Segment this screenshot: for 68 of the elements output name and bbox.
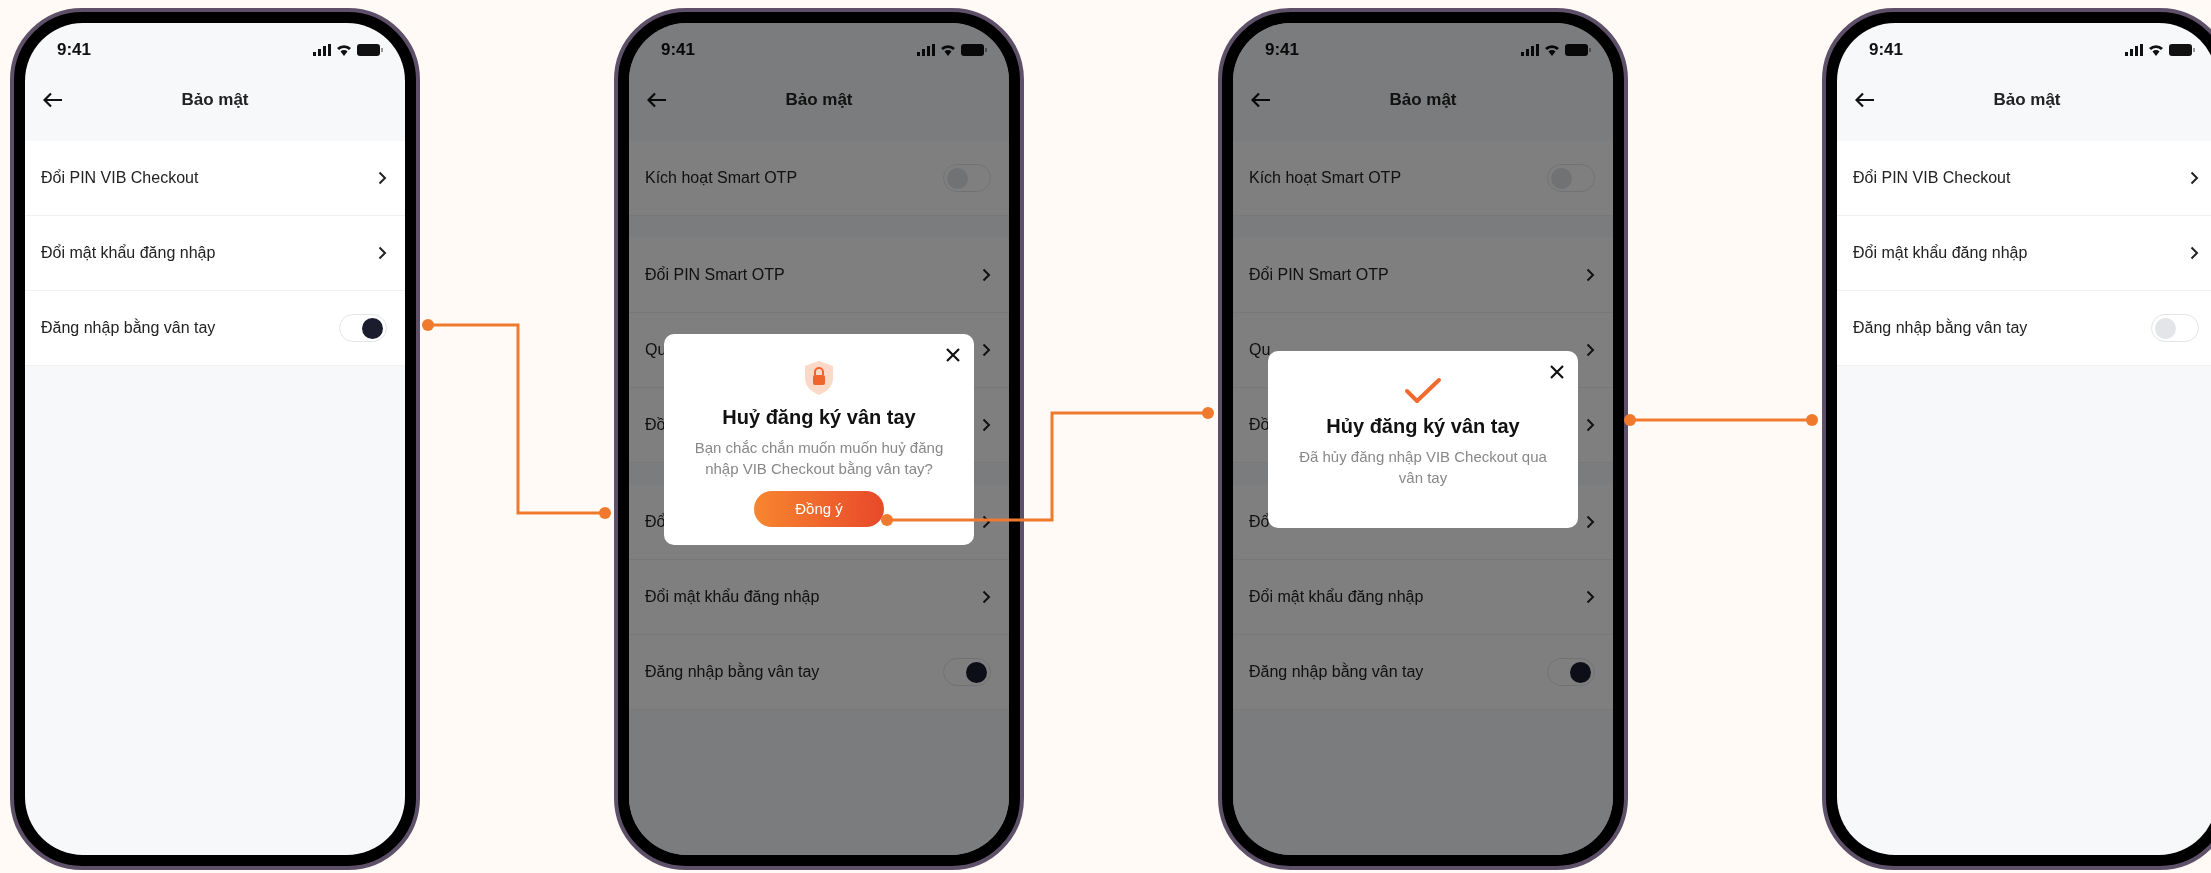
chevron-right-icon (378, 171, 387, 185)
screen-title: Bảo mật (1993, 90, 2061, 109)
battery-icon (1565, 44, 1591, 56)
wifi-icon (2148, 44, 2164, 56)
settings-item-label[interactable]: Đồ (645, 416, 666, 434)
signal-icon (917, 44, 935, 56)
wifi-icon (1544, 44, 1560, 56)
toggle-switch[interactable] (943, 658, 991, 686)
signal-icon (1521, 44, 1539, 56)
toggle-switch[interactable] (2151, 314, 2199, 342)
chevron-right-icon (982, 590, 991, 604)
battery-icon (2169, 44, 2195, 56)
signal-icon (2125, 44, 2143, 56)
status-time: 9:41 (661, 40, 696, 60)
chevron-right-icon (1586, 268, 1595, 282)
close-icon[interactable] (1550, 364, 1564, 379)
chevron-right-icon (2190, 171, 2199, 185)
status-time: 9:41 (1869, 40, 1904, 60)
settings-item-label[interactable]: Đổ (1249, 513, 1270, 531)
signal-icon (313, 44, 331, 56)
settings-item-label[interactable]: Đổi mật khẩu đăng nhập (1249, 588, 1424, 606)
chevron-right-icon (982, 515, 991, 529)
confirm-button[interactable]: Đồng ý (754, 490, 884, 527)
settings-item-label[interactable]: Kích hoạt Smart OTP (645, 169, 798, 187)
battery-icon (357, 44, 383, 56)
settings-item-label[interactable]: Đổi mật khẩu đăng nhập (645, 588, 820, 606)
dialog-title: Huỷ đăng ký vân tay (722, 405, 916, 429)
wifi-icon (336, 44, 352, 56)
status-time: 9:41 (1265, 40, 1300, 60)
toggle-switch[interactable] (339, 314, 387, 342)
chevron-right-icon (982, 268, 991, 282)
dialog-title: Hủy đăng ký vân tay (1326, 414, 1520, 438)
settings-item-label[interactable]: Đổi PIN Smart OTP (1249, 266, 1389, 284)
screen-title: Bảo mật (1389, 90, 1457, 109)
settings-item-label[interactable]: Đăng nhập bằng vân tay (1853, 319, 2028, 337)
back-arrow-icon[interactable] (1855, 92, 1875, 108)
settings-item-label[interactable]: Đăng nhập bằng vân tay (41, 319, 216, 337)
status-time: 9:41 (57, 40, 92, 60)
settings-item-label[interactable]: Đổi PIN VIB Checkout (1853, 169, 2011, 187)
back-arrow-icon[interactable] (43, 92, 63, 108)
settings-item-label[interactable]: Đổi PIN VIB Checkout (41, 169, 199, 187)
chevron-right-icon (378, 246, 387, 260)
chevron-right-icon (1586, 343, 1595, 357)
dialog-message: Đã hủy đăng nhập VIB Checkout qua vân tay (1298, 446, 1548, 488)
screen-title: Bảo mật (181, 90, 249, 109)
shield-lock-icon (804, 359, 834, 396)
chevron-right-icon (982, 418, 991, 432)
settings-item-label[interactable]: Qu (1249, 341, 1271, 359)
settings-item-label[interactable]: Đổi mật khẩu đăng nhập (41, 244, 216, 262)
settings-item-label[interactable]: Đổi PIN Smart OTP (645, 266, 785, 284)
settings-item-label[interactable]: Đổi mật khẩu đăng nhập (1853, 244, 2028, 262)
settings-item-label[interactable]: Đồ (1249, 416, 1270, 434)
chevron-right-icon (2190, 246, 2199, 260)
settings-item-label[interactable]: Đăng nhập bằng vân tay (645, 663, 820, 681)
settings-item-label[interactable]: Đăng nhập bằng vân tay (1249, 663, 1424, 681)
dialog-message: Bạn chắc chắn muốn muốn huỷ đăng nhập VIB Checkout bằng vân tay? (693, 437, 945, 479)
close-icon[interactable] (946, 347, 960, 362)
checkmark-icon (1404, 376, 1442, 405)
wifi-icon (940, 44, 956, 56)
screen-title: Bảo mật (785, 90, 853, 109)
settings-item-label[interactable]: Đổ (645, 513, 666, 531)
chevron-right-icon (1586, 515, 1595, 529)
settings-item-label[interactable]: Kích hoạt Smart OTP (1249, 169, 1402, 187)
chevron-right-icon (982, 343, 991, 357)
battery-icon (961, 44, 987, 56)
toggle-switch[interactable] (1547, 658, 1595, 686)
chevron-right-icon (1586, 418, 1595, 432)
chevron-right-icon (1586, 590, 1595, 604)
